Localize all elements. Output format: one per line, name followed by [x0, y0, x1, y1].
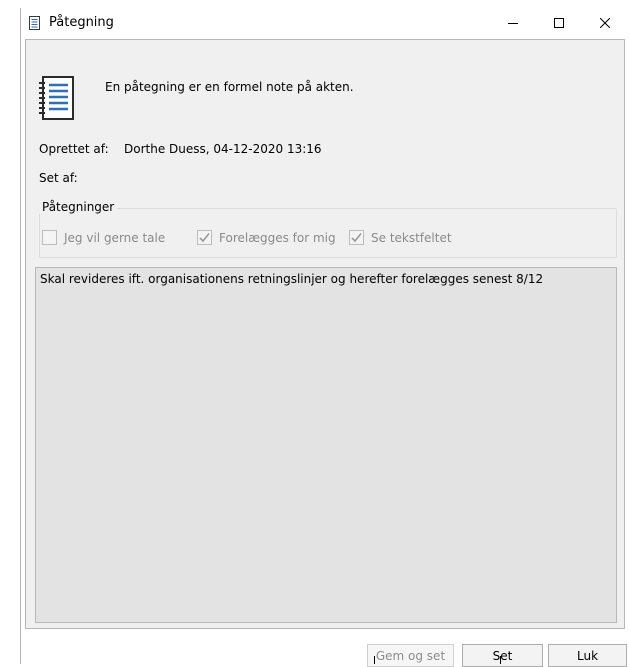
maximize-icon — [554, 18, 564, 28]
checkbox-se-tekstfeltet[interactable]: Se tekstfeltet — [349, 230, 452, 245]
minimize-icon — [508, 23, 518, 24]
checkbox-forelaegges-for-mig[interactable]: Forelægges for mig — [197, 230, 336, 245]
cursor-marker — [500, 656, 501, 664]
cursor-marker — [374, 656, 375, 664]
created-by-label: Oprettet af: — [39, 142, 109, 156]
checkmark-icon — [351, 233, 362, 243]
close-icon — [600, 18, 610, 28]
window-title: Påtegning — [49, 15, 114, 30]
checkbox-label: Jeg vil gerne tale — [64, 230, 166, 245]
note-textarea[interactable]: Skal revideres ift. organisationens retn… — [35, 267, 617, 623]
maximize-button[interactable] — [536, 8, 582, 38]
seen-by-label: Set af: — [39, 171, 78, 185]
checkbox-label: Forelægges for mig — [219, 230, 336, 245]
content-panel: En påtegning er en formel note på akten.… — [25, 39, 625, 629]
checkbox-box[interactable] — [197, 230, 212, 245]
created-by-value: Dorthe Duess, 04-12-2020 13:16 — [124, 142, 322, 156]
checkbox-box[interactable] — [42, 230, 57, 245]
annotations-group-title: Påtegninger — [39, 200, 118, 214]
close-button[interactable] — [582, 8, 628, 38]
description-text: En påtegning er en formel note på akten. — [105, 80, 354, 94]
title-bar: Påtegning — [21, 8, 629, 38]
checkbox-jeg-vil-gerne-tale[interactable]: Jeg vil gerne tale — [42, 230, 165, 245]
checkmark-icon — [199, 233, 210, 243]
minimize-button[interactable] — [490, 8, 536, 38]
notebook-icon — [29, 16, 40, 30]
checkbox-label: Se tekstfeltet — [371, 230, 452, 245]
checkbox-box[interactable] — [349, 230, 364, 245]
dialog-window: Påtegning En påtegning er en formel note… — [20, 8, 629, 667]
notebook-icon — [39, 76, 74, 120]
